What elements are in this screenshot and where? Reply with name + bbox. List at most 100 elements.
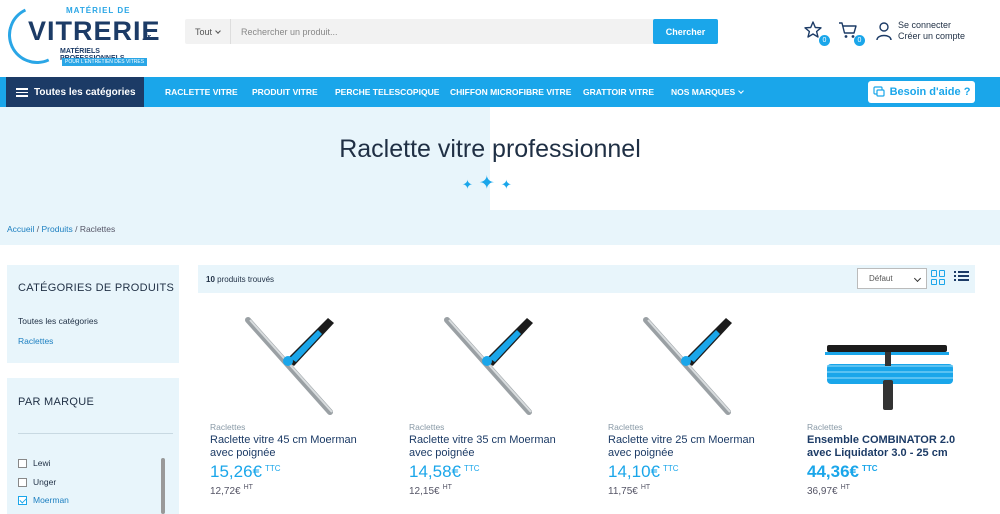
product-name[interactable]: Ensemble COMBINATOR 2.0 avec Liquidator … [807,434,977,460]
divider [18,433,173,434]
nav-item-raclette-vitre[interactable]: RACLETTE VITRE [165,77,238,107]
sidebar-brands: PAR MARQUE Lewi Unger Moerman [7,378,179,514]
breadcrumb-home[interactable]: Accueil [7,224,34,234]
sidebar-categories: CATÉGORIES DE PRODUITS Toutes les catégo… [7,265,179,363]
price-ttc-value: 44,36€ [807,462,859,481]
breadcrumb-current: Raclettes [79,224,116,234]
search-category-select[interactable]: Tout [185,19,231,44]
product-price-ttc: 14,10€ TTC [608,462,679,482]
product-name[interactable]: Raclette vitre 45 cm Moerman avec poigné… [210,434,380,460]
cart-button[interactable]: 0 [838,20,865,46]
product-card[interactable]: Raclettes Raclette vitre 35 cm Moerman a… [397,300,582,514]
price-ht-value: 36,97€ [807,486,838,497]
price-ht-label: HT [442,484,452,491]
nav-item-nos-marques[interactable]: NOS MARQUES [671,77,745,107]
price-ttc-label: TTC [265,464,281,473]
brand-list-scrollbar[interactable] [161,458,165,514]
breadcrumb-products[interactable]: Produits [42,224,73,234]
nav-marques-label: NOS MARQUES [671,87,736,97]
product-card[interactable]: Raclettes Raclette vitre 45 cm Moerman a… [198,300,383,514]
main-nav: Toutes les catégories RACLETTE VITRE PRO… [0,77,1000,107]
search-category-label: Tout [194,26,212,37]
product-category: Raclettes [210,422,246,432]
product-category: Raclettes [807,422,843,432]
sort-value: Défaut [869,274,893,283]
results-toolbar: 10 produits trouvés Défaut [198,265,975,293]
wishlist-count-badge: 0 [819,35,830,46]
checkbox[interactable] [18,458,27,468]
product-price-ht: 36,97€ HT [807,484,850,497]
brand-label: Moerman [33,495,69,505]
all-categories-label: Toutes les catégories [34,86,136,98]
brand-label: Lewi [33,458,51,468]
sidebar-item-all-categories[interactable]: Toutes les catégories [18,316,98,326]
brand-filter-lewi[interactable]: Lewi [18,458,50,468]
checkbox[interactable] [18,477,27,487]
price-ttc-value: 15,26€ [210,462,262,481]
product-price-ttc: 14,58€ TTC [409,462,480,482]
search-button[interactable]: Chercher [653,19,718,44]
logo-tagline: POUR L'ENTRETIEN DES VITRES [62,58,148,66]
brand-filter-moerman[interactable]: Moerman [18,495,69,505]
help-label: Besoin d'aide ? [889,86,971,98]
product-price-ht: 12,15€ HT [409,484,452,497]
user-icon [876,22,892,41]
price-ht-label: HT [840,484,850,491]
price-ttc-label: TTC [663,464,679,473]
brand-filter-unger[interactable]: Unger [18,477,56,487]
breadcrumb: Accueil / Produits / Raclettes [7,224,115,234]
product-price-ttc: 44,36€ TTC [807,462,878,482]
help-button[interactable]: Besoin d'aide ? [868,81,975,103]
sparkles-icon: ✦✦✦ [462,173,518,194]
results-count: 10 produits trouvés [206,275,274,284]
checkbox-checked[interactable] [18,495,27,505]
all-categories-button[interactable]: Toutes les catégories [6,77,144,107]
sidebar-item-raclettes[interactable]: Raclettes [18,336,53,346]
register-link[interactable]: Créer un compte [898,31,965,42]
price-ttc-label: TTC [464,464,480,473]
chevron-down-icon [913,274,922,283]
account-menu[interactable]: Se connecter Créer un compte [876,20,996,44]
page-title: Raclette vitre professionnel [339,135,641,163]
nav-item-produit-vitre[interactable]: PRODUIT VITRE [252,77,318,107]
login-link[interactable]: Se connecter [898,20,965,31]
product-card[interactable]: Raclettes Raclette vitre 25 cm Moerman a… [596,300,781,514]
squeegee-image [643,317,732,415]
logo-tld: .fr [142,32,151,42]
chat-icon [872,86,885,97]
chevron-down-icon [215,27,221,34]
results-label: produits trouvés [217,275,275,284]
brand-filter-title: PAR MARQUE [18,396,95,408]
categories-title: CATÉGORIES DE PRODUITS [18,282,175,294]
product-name[interactable]: Raclette vitre 35 cm Moerman avec poigné… [409,434,579,460]
product-price-ht: 11,75€ HT [608,484,650,497]
product-name[interactable]: Raclette vitre 25 cm Moerman avec poigné… [608,434,778,460]
product-card[interactable]: Raclettes Ensemble COMBINATOR 2.0 avec L… [795,300,980,514]
sort-select[interactable]: Défaut [857,268,927,289]
nav-item-perche-telescopique[interactable]: PERCHE TELESCOPIQUE [335,77,439,107]
nav-item-chiffon-microfibre[interactable]: CHIFFON MICROFIBRE VITRE [450,77,571,107]
product-category: Raclettes [608,422,644,432]
product-category: Raclettes [409,422,445,432]
hamburger-icon [16,87,28,97]
brand-label: Unger [33,477,57,487]
logo-main-text: VITRERIE [28,16,161,46]
site-header: MATÉRIEL DE VITRERIE .fr MATÉRIELS PROFE… [0,0,1000,77]
wishlist-button[interactable]: 0 [803,20,830,46]
grid-view-icon[interactable] [931,270,946,285]
list-view-icon[interactable] [954,271,969,283]
nav-item-grattoir-vitre[interactable]: GRATTOIR VITRE [583,77,654,107]
search-input[interactable] [235,19,650,44]
combinator-set-image [825,345,953,410]
price-ttc-value: 14,10€ [608,462,660,481]
cart-count-badge: 0 [854,35,865,46]
site-logo[interactable]: MATÉRIEL DE VITRERIE .fr MATÉRIELS PROFE… [0,0,161,73]
search-bar: Tout Chercher [185,19,718,44]
product-price-ht: 12,72€ HT [210,484,253,497]
page-hero: Raclette vitre professionnel ✦✦✦ Accueil… [0,107,1000,245]
results-number: 10 [206,275,215,284]
price-ht-value: 11,75€ [608,486,638,497]
chevron-down-icon [738,87,745,94]
price-ht-value: 12,15€ [409,486,440,497]
squeegee-image [245,317,334,415]
